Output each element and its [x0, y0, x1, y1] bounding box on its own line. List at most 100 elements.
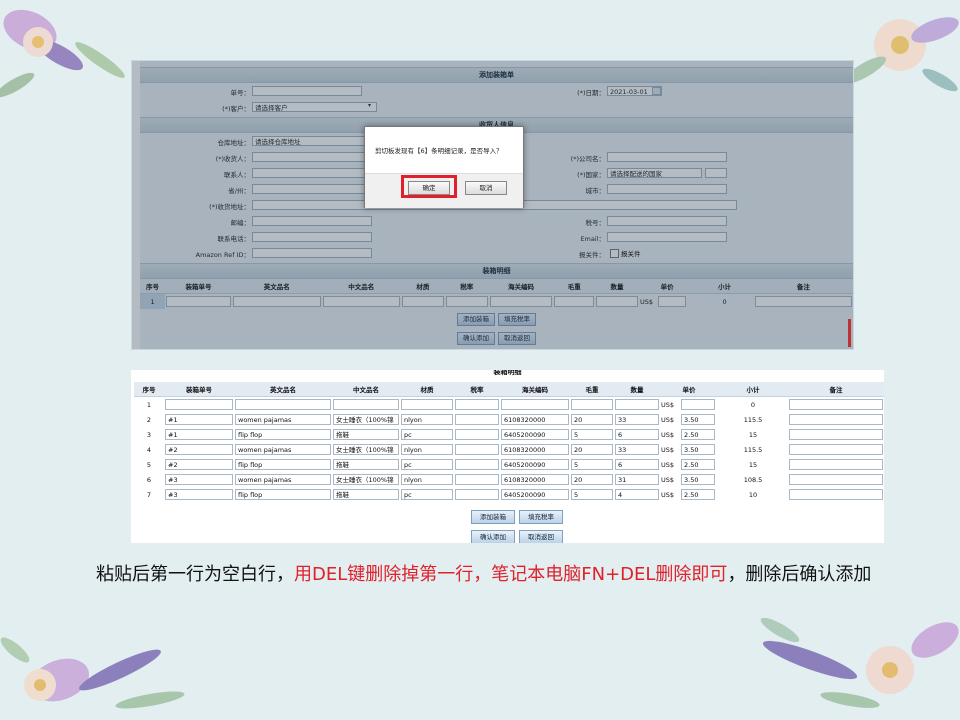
col-header: 单价 [660, 382, 718, 397]
weight-input[interactable]: 5 [571, 489, 613, 500]
material-input[interactable]: pc [401, 459, 453, 470]
table-header-row: 序号 装箱单号 英文品名 中文品名 材质 税率 海关编码 毛重 数量 单价 小计… [134, 382, 884, 397]
qty-input[interactable]: 6 [615, 429, 659, 440]
qty-input[interactable]: 4 [615, 489, 659, 500]
cn-name-input[interactable] [333, 399, 399, 410]
row-index: 1 [146, 400, 152, 409]
tax-rate-input[interactable] [455, 459, 499, 470]
en-name-input[interactable]: flip flop [235, 489, 331, 500]
price-input[interactable]: 2.50 [681, 429, 715, 440]
tax-rate-input[interactable] [455, 429, 499, 440]
hs-code-input[interactable]: 6405200090 [501, 429, 569, 440]
cn-name-input[interactable]: 拖鞋 [333, 489, 399, 500]
hs-code-input[interactable]: 6405200090 [501, 459, 569, 470]
row-index: 3 [146, 430, 152, 439]
weight-input[interactable] [571, 399, 613, 410]
hs-code-input[interactable]: 6108320000 [501, 474, 569, 485]
material-input[interactable] [401, 399, 453, 410]
en-name-input[interactable]: flip flop [235, 429, 331, 440]
subtotal: 108.5 [743, 475, 763, 484]
en-name-input[interactable] [235, 399, 331, 410]
hs-code-input[interactable]: 6108320000 [501, 414, 569, 425]
weight-input[interactable]: 5 [571, 459, 613, 470]
hs-code-input[interactable]: 6108320000 [501, 444, 569, 455]
price-input[interactable] [681, 399, 715, 410]
cn-name-input[interactable]: 女士睡衣（100%锦 [333, 474, 399, 485]
table-row: 6 #3 women pajamas 女士睡衣（100%锦 nlyon 610832000… [134, 472, 884, 487]
flower-bottom-left-icon [0, 637, 185, 709]
table-row: 1 US$ 0 [134, 397, 884, 413]
price-input[interactable]: 3.50 [681, 444, 715, 455]
en-name-input[interactable]: flip flop [235, 459, 331, 470]
tax-rate-input[interactable] [455, 414, 499, 425]
caption-part3: ，删除后确认添加 [727, 564, 872, 585]
tax-rate-input[interactable] [455, 444, 499, 455]
dialog-message: 剪切板发现有【6】条明细记录，是否导入？ [375, 147, 503, 155]
row-index: 6 [146, 475, 152, 484]
col-header: 序号 [134, 382, 164, 397]
currency-label: US$ [661, 475, 675, 484]
price-input[interactable]: 3.50 [681, 474, 715, 485]
currency-label: US$ [661, 445, 675, 454]
qty-input[interactable]: 6 [615, 459, 659, 470]
cancel-back-button[interactable]: 取消返回 [519, 530, 563, 543]
remark-input[interactable] [789, 489, 883, 500]
add-box-button[interactable]: 添加装箱 [471, 510, 515, 524]
box-no-input[interactable] [165, 399, 233, 410]
subtotal: 15 [748, 460, 758, 469]
confirm-add-button[interactable]: 确认添加 [471, 530, 515, 543]
box-no-input[interactable]: #1 [165, 414, 233, 425]
scrollbar-marker [848, 319, 851, 347]
highlight-box [401, 175, 457, 198]
box-no-input[interactable]: #2 [165, 459, 233, 470]
hs-code-input[interactable] [501, 399, 569, 410]
cn-name-input[interactable]: 拖鞋 [333, 429, 399, 440]
qty-input[interactable]: 33 [615, 414, 659, 425]
currency-label: US$ [661, 400, 675, 409]
en-name-input[interactable]: women pajamas [235, 414, 331, 425]
col-header: 英文品名 [234, 382, 332, 397]
tax-rate-input[interactable] [455, 474, 499, 485]
currency-label: US$ [661, 415, 675, 424]
en-name-input[interactable]: women pajamas [235, 474, 331, 485]
remark-input[interactable] [789, 414, 883, 425]
cn-name-input[interactable]: 拖鞋 [333, 459, 399, 470]
remark-input[interactable] [789, 444, 883, 455]
col-header: 材质 [400, 382, 454, 397]
price-input[interactable]: 2.50 [681, 459, 715, 470]
material-input[interactable]: pc [401, 429, 453, 440]
weight-input[interactable]: 5 [571, 429, 613, 440]
dialog-cancel-button[interactable]: 取消 [465, 181, 507, 195]
hs-code-input[interactable]: 6405200090 [501, 489, 569, 500]
material-input[interactable]: nlyon [401, 414, 453, 425]
weight-input[interactable]: 20 [571, 474, 613, 485]
qty-input[interactable] [615, 399, 659, 410]
material-input[interactable]: nlyon [401, 474, 453, 485]
weight-input[interactable]: 20 [571, 444, 613, 455]
subtotal: 115.5 [743, 415, 763, 424]
box-no-input[interactable]: #3 [165, 489, 233, 500]
qty-input[interactable]: 31 [615, 474, 659, 485]
material-input[interactable]: pc [401, 489, 453, 500]
cn-name-input[interactable]: 女士睡衣（100%锦 [333, 414, 399, 425]
box-no-input[interactable]: #2 [165, 444, 233, 455]
col-header: 税率 [454, 382, 500, 397]
material-input[interactable]: nlyon [401, 444, 453, 455]
tax-rate-input[interactable] [455, 399, 499, 410]
tax-rate-input[interactable] [455, 489, 499, 500]
table-row: 7 #3 flip flop 拖鞋 pc 6405200090 5 4 US$ 2.50 10 [134, 487, 884, 502]
box-no-input[interactable]: #3 [165, 474, 233, 485]
remark-input[interactable] [789, 459, 883, 470]
en-name-input[interactable]: women pajamas [235, 444, 331, 455]
remark-input[interactable] [789, 429, 883, 440]
box-no-input[interactable]: #1 [165, 429, 233, 440]
remark-input[interactable] [789, 399, 883, 410]
cn-name-input[interactable]: 女士睡衣（100%锦 [333, 444, 399, 455]
detail-table: 序号 装箱单号 英文品名 中文品名 材质 税率 海关编码 毛重 数量 单价 小计… [134, 382, 884, 502]
weight-input[interactable]: 20 [571, 414, 613, 425]
remark-input[interactable] [789, 474, 883, 485]
fill-tax-button[interactable]: 填充税率 [519, 510, 563, 524]
price-input[interactable]: 3.50 [681, 414, 715, 425]
qty-input[interactable]: 33 [615, 444, 659, 455]
price-input[interactable]: 2.50 [681, 489, 715, 500]
